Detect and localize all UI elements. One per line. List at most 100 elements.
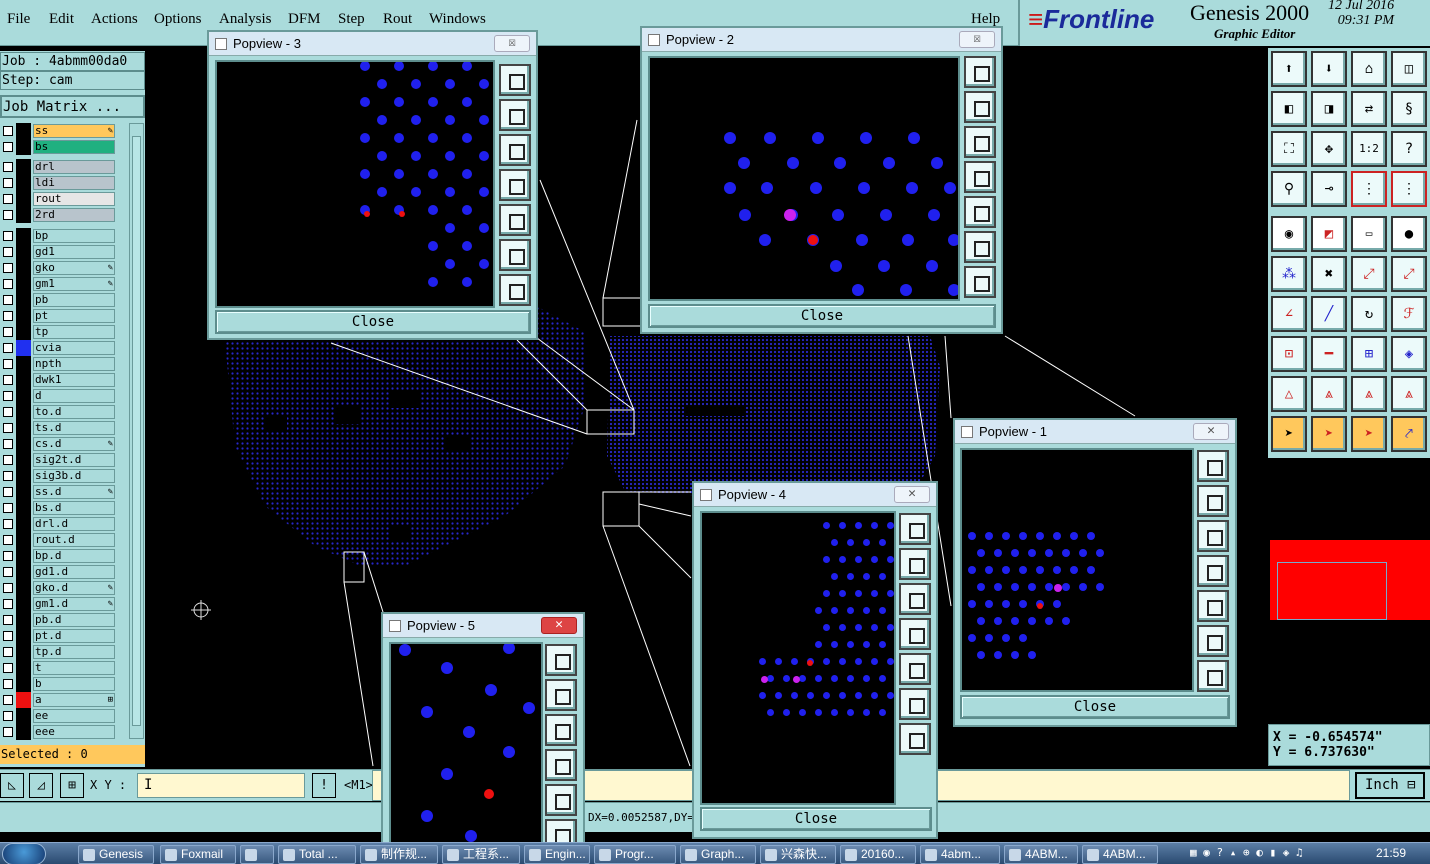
popview-1[interactable]: Popview - 1 ✕ Close — [953, 418, 1237, 727]
grid-icon[interactable]: ⊞ — [60, 773, 84, 798]
layer-name[interactable]: drl.d — [33, 517, 115, 531]
layer-name[interactable]: to.d — [33, 405, 115, 419]
layer-color-swatch[interactable] — [16, 500, 31, 516]
help-icon[interactable]: ? — [1391, 131, 1427, 167]
menu-edit[interactable]: Edit — [49, 11, 74, 28]
layer-color-swatch[interactable] — [16, 436, 31, 452]
popview-tool-1-icon[interactable] — [899, 513, 931, 545]
swap-icon[interactable]: ⇄ — [1351, 91, 1387, 127]
popview-tool-1-icon[interactable] — [964, 56, 996, 88]
layer-checkbox[interactable] — [3, 295, 13, 305]
layer-name[interactable]: gko.d ✎ — [33, 581, 115, 595]
popview-1-titlebar[interactable]: Popview - 1 ✕ — [955, 420, 1235, 444]
popview-tool-5-icon[interactable] — [1197, 590, 1229, 622]
layer-color-swatch[interactable] — [16, 276, 31, 292]
layer-checkbox[interactable] — [3, 178, 13, 188]
layer-name[interactable]: eee — [33, 725, 115, 739]
layer-checkbox[interactable] — [3, 679, 13, 689]
menu-windows[interactable]: Windows — [429, 11, 486, 28]
layer-row-bp[interactable]: bp — [0, 228, 119, 244]
popview-tool-5-icon[interactable] — [545, 784, 577, 816]
layer-color-swatch[interactable] — [16, 548, 31, 564]
layer-name[interactable]: pt.d — [33, 629, 115, 643]
layer-color-swatch[interactable] — [16, 660, 31, 676]
close-icon[interactable]: ✕ — [541, 617, 577, 634]
popview-tool-6-icon[interactable] — [1197, 625, 1229, 657]
layer-color-swatch[interactable] — [16, 244, 31, 260]
pointer-2-icon[interactable]: ➤ — [1311, 416, 1347, 452]
start-button[interactable] — [2, 843, 46, 864]
layer-row-bp-d[interactable]: bp.d — [0, 548, 119, 564]
close-icon[interactable]: ✕ — [1193, 423, 1229, 440]
layer-checkbox[interactable] — [3, 551, 13, 561]
layer-row-rout[interactable]: rout — [0, 191, 119, 207]
zoom-fit-icon[interactable]: ⛶ — [1271, 131, 1307, 167]
connect-2-icon[interactable]: ⤢ — [1391, 256, 1427, 292]
layer-color-swatch[interactable] — [16, 612, 31, 628]
line-icon[interactable]: ╱ — [1311, 296, 1347, 332]
taskbar-item[interactable]: Engin... — [524, 845, 590, 864]
layer-checkbox[interactable] — [3, 327, 13, 337]
pointer-icon[interactable]: ➤ — [1271, 416, 1307, 452]
popview-tool-6-icon[interactable] — [964, 231, 996, 263]
layer-name[interactable]: npth — [33, 357, 115, 371]
taskbar-item[interactable]: Total ... — [278, 845, 356, 864]
layer-name[interactable]: cvia — [33, 341, 115, 355]
popview-4-titlebar[interactable]: Popview - 4 ✕ — [694, 483, 936, 507]
popview-tool-4-icon[interactable] — [1197, 555, 1229, 587]
layer-row-gko-d[interactable]: gko.d ✎ — [0, 580, 119, 596]
layer-color-swatch[interactable] — [16, 724, 31, 740]
popview-4-close-button[interactable]: Close — [700, 807, 932, 831]
layer-checkbox[interactable] — [3, 647, 13, 657]
layer-color-swatch[interactable] — [16, 228, 31, 244]
layer-color-swatch[interactable] — [16, 139, 31, 155]
layer-color-swatch[interactable] — [16, 564, 31, 580]
layer-color-swatch[interactable] — [16, 260, 31, 276]
layer-name[interactable]: b — [33, 677, 115, 691]
layer-checkbox[interactable] — [3, 487, 13, 497]
layer-row-pt-d[interactable]: pt.d — [0, 628, 119, 644]
popview-tool-5-icon[interactable] — [499, 204, 531, 236]
measure-mode-icon[interactable]: ◿ — [29, 773, 53, 798]
layer-checkbox[interactable] — [3, 615, 13, 625]
layer-color-swatch[interactable] — [16, 372, 31, 388]
layer-checkbox[interactable] — [3, 231, 13, 241]
layer-name[interactable]: rout.d — [33, 533, 115, 547]
layer-name[interactable]: sig2t.d — [33, 453, 115, 467]
layer-checkbox[interactable] — [3, 247, 13, 257]
popview-tool-7-icon[interactable] — [1197, 660, 1229, 692]
layer-color-swatch[interactable] — [16, 532, 31, 548]
layer-row-ee[interactable]: ee — [0, 708, 119, 724]
scroll-thumb[interactable] — [132, 136, 141, 726]
layer-row-pb-d[interactable]: pb.d — [0, 612, 119, 628]
layer-checkbox[interactable] — [3, 162, 13, 172]
popview-tool-2-icon[interactable] — [964, 91, 996, 123]
circle-icon[interactable]: ● — [1391, 216, 1427, 252]
popview-2-view[interactable] — [648, 56, 960, 301]
popview-tool-1-icon[interactable] — [499, 64, 531, 96]
layer-row-pt[interactable]: pt — [0, 308, 119, 324]
layer-name[interactable]: d — [33, 389, 115, 403]
cross-icon[interactable]: ✖ — [1311, 256, 1347, 292]
layer-name[interactable]: pb.d — [33, 613, 115, 627]
layer-row-cvia[interactable]: cvia — [0, 340, 119, 356]
move-up-icon[interactable]: ⬆ — [1271, 51, 1307, 87]
job-matrix-button[interactable]: Job Matrix ... — [0, 95, 145, 118]
layer-color-swatch[interactable] — [16, 324, 31, 340]
layer-row-cs-d[interactable]: cs.d ✎ — [0, 436, 119, 452]
menu-file[interactable]: File — [7, 11, 30, 28]
shapes-icon[interactable]: ◈ — [1391, 336, 1427, 372]
layer-checkbox[interactable] — [3, 599, 13, 609]
layer-color-swatch[interactable] — [16, 676, 31, 692]
layer-name[interactable]: tp — [33, 325, 115, 339]
close-icon[interactable]: ☒ — [959, 31, 995, 48]
popview-5[interactable]: Popview - 5 ✕ — [381, 612, 585, 852]
menu-options[interactable]: Options — [154, 11, 202, 28]
layer-row-gm1-d[interactable]: gm1.d ✎ — [0, 596, 119, 612]
popview-tool-3-icon[interactable] — [899, 583, 931, 615]
popview-3-titlebar[interactable]: Popview - 3 ☒ — [209, 32, 536, 56]
popview-tool-1-icon[interactable] — [1197, 450, 1229, 482]
ff-icon[interactable]: ℱ — [1391, 296, 1427, 332]
layer-row-drl[interactable]: drl — [0, 159, 119, 175]
popview-tool-4-icon[interactable] — [545, 749, 577, 781]
